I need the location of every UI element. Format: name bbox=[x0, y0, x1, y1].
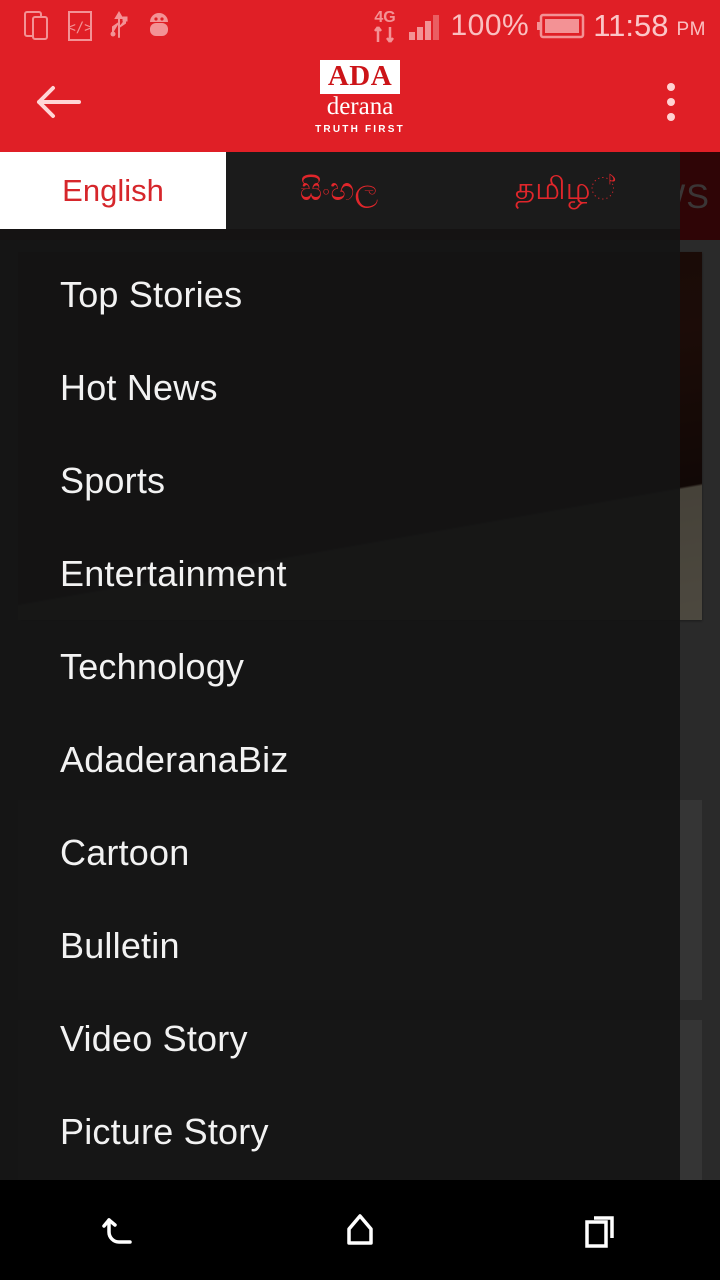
nav-recents-icon bbox=[585, 1216, 614, 1248]
battery-full-icon bbox=[537, 12, 585, 40]
system-navigation-bar bbox=[0, 1180, 720, 1280]
more-vertical-icon bbox=[667, 83, 675, 91]
nav-home-button[interactable] bbox=[300, 1180, 420, 1280]
tab-sinhala-label: සිංහල bbox=[299, 172, 379, 207]
network-type-icon: 4G bbox=[370, 6, 400, 46]
menu-item-label: Video Story bbox=[60, 1017, 248, 1059]
overflow-menu-button[interactable] bbox=[646, 52, 696, 152]
menu-item-label: Technology bbox=[60, 645, 245, 687]
menu-item-label: AdaderanaBiz bbox=[60, 738, 289, 780]
menu-item-picture-story[interactable]: Picture Story bbox=[0, 1085, 680, 1178]
menu-item-sports[interactable]: Sports bbox=[0, 434, 680, 527]
menu-item-label: Top Stories bbox=[60, 273, 243, 315]
menu-item-label: Picture Story bbox=[60, 1110, 269, 1152]
back-button[interactable] bbox=[26, 52, 90, 152]
tab-tamil-label: தமிழ් bbox=[514, 170, 616, 206]
screen-mirror-icon bbox=[24, 11, 50, 41]
developer-mode-icon: </> bbox=[68, 11, 92, 41]
drawer-menu-list: Top Stories Hot News Sports Entertainmen… bbox=[0, 229, 680, 1178]
nav-recents-button[interactable] bbox=[540, 1180, 660, 1280]
menu-item-label: Entertainment bbox=[60, 552, 287, 594]
usb-icon bbox=[110, 11, 128, 41]
svg-text:</>: </> bbox=[68, 20, 92, 36]
tab-tamil[interactable]: தமிழ් bbox=[452, 152, 678, 229]
status-bar-right: 4G 100% 11:58 PM bbox=[370, 6, 706, 46]
app-logo: ADA derana TRUTH FIRST bbox=[301, 60, 419, 135]
arrow-left-icon bbox=[37, 86, 81, 118]
menu-item-hot-news[interactable]: Hot News bbox=[0, 341, 680, 434]
menu-item-entertainment[interactable]: Entertainment bbox=[0, 527, 680, 620]
clock-meridiem: PM bbox=[676, 18, 706, 40]
logo-tagline-text: TRUTH FIRST bbox=[315, 124, 405, 136]
logo-mark-box: ADA bbox=[319, 60, 401, 94]
nav-home-icon bbox=[347, 1214, 373, 1245]
tab-english[interactable]: English bbox=[0, 152, 226, 229]
more-vertical-icon-dot3 bbox=[667, 113, 675, 121]
phone-screen: WS </> 4G bbox=[0, 0, 720, 1280]
menu-item-label: Bulletin bbox=[60, 924, 180, 966]
app-bar: ADA derana TRUTH FIRST bbox=[0, 52, 720, 152]
tab-english-label: English bbox=[62, 172, 164, 208]
menu-item-bulletin[interactable]: Bulletin bbox=[0, 899, 680, 992]
menu-item-cartoon[interactable]: Cartoon bbox=[0, 806, 680, 899]
logo-name-text: derana bbox=[326, 93, 394, 120]
more-vertical-icon-dot2 bbox=[667, 98, 675, 106]
navigation-drawer: Top Stories Hot News Sports Entertainmen… bbox=[0, 229, 680, 1180]
menu-item-adaderanabiz[interactable]: AdaderanaBiz bbox=[0, 713, 680, 806]
menu-item-label: Hot News bbox=[60, 366, 218, 408]
nav-back-icon bbox=[102, 1218, 132, 1244]
signal-bars-icon bbox=[408, 11, 442, 41]
language-tab-bar: English සිංහල தமிழ් bbox=[0, 152, 680, 229]
menu-item-video-story[interactable]: Video Story bbox=[0, 992, 680, 1085]
battery-percent-label: 100% bbox=[450, 9, 530, 42]
menu-item-label: Cartoon bbox=[60, 831, 190, 873]
nav-back-button[interactable] bbox=[60, 1180, 180, 1280]
status-bar-left-icons: </> bbox=[24, 11, 172, 41]
menu-item-top-stories[interactable]: Top Stories bbox=[0, 248, 680, 341]
svg-text:4G: 4G bbox=[375, 9, 396, 26]
logo-mark-text: ADA bbox=[327, 60, 393, 92]
status-bar: </> 4G 100% 11:58 PM bbox=[0, 0, 720, 52]
android-debug-icon bbox=[146, 12, 172, 40]
menu-item-technology[interactable]: Technology bbox=[0, 620, 680, 713]
menu-item-label: Sports bbox=[60, 459, 166, 501]
tab-sinhala[interactable]: සිංහල bbox=[226, 152, 452, 229]
clock-time: 11:58 bbox=[593, 8, 669, 43]
